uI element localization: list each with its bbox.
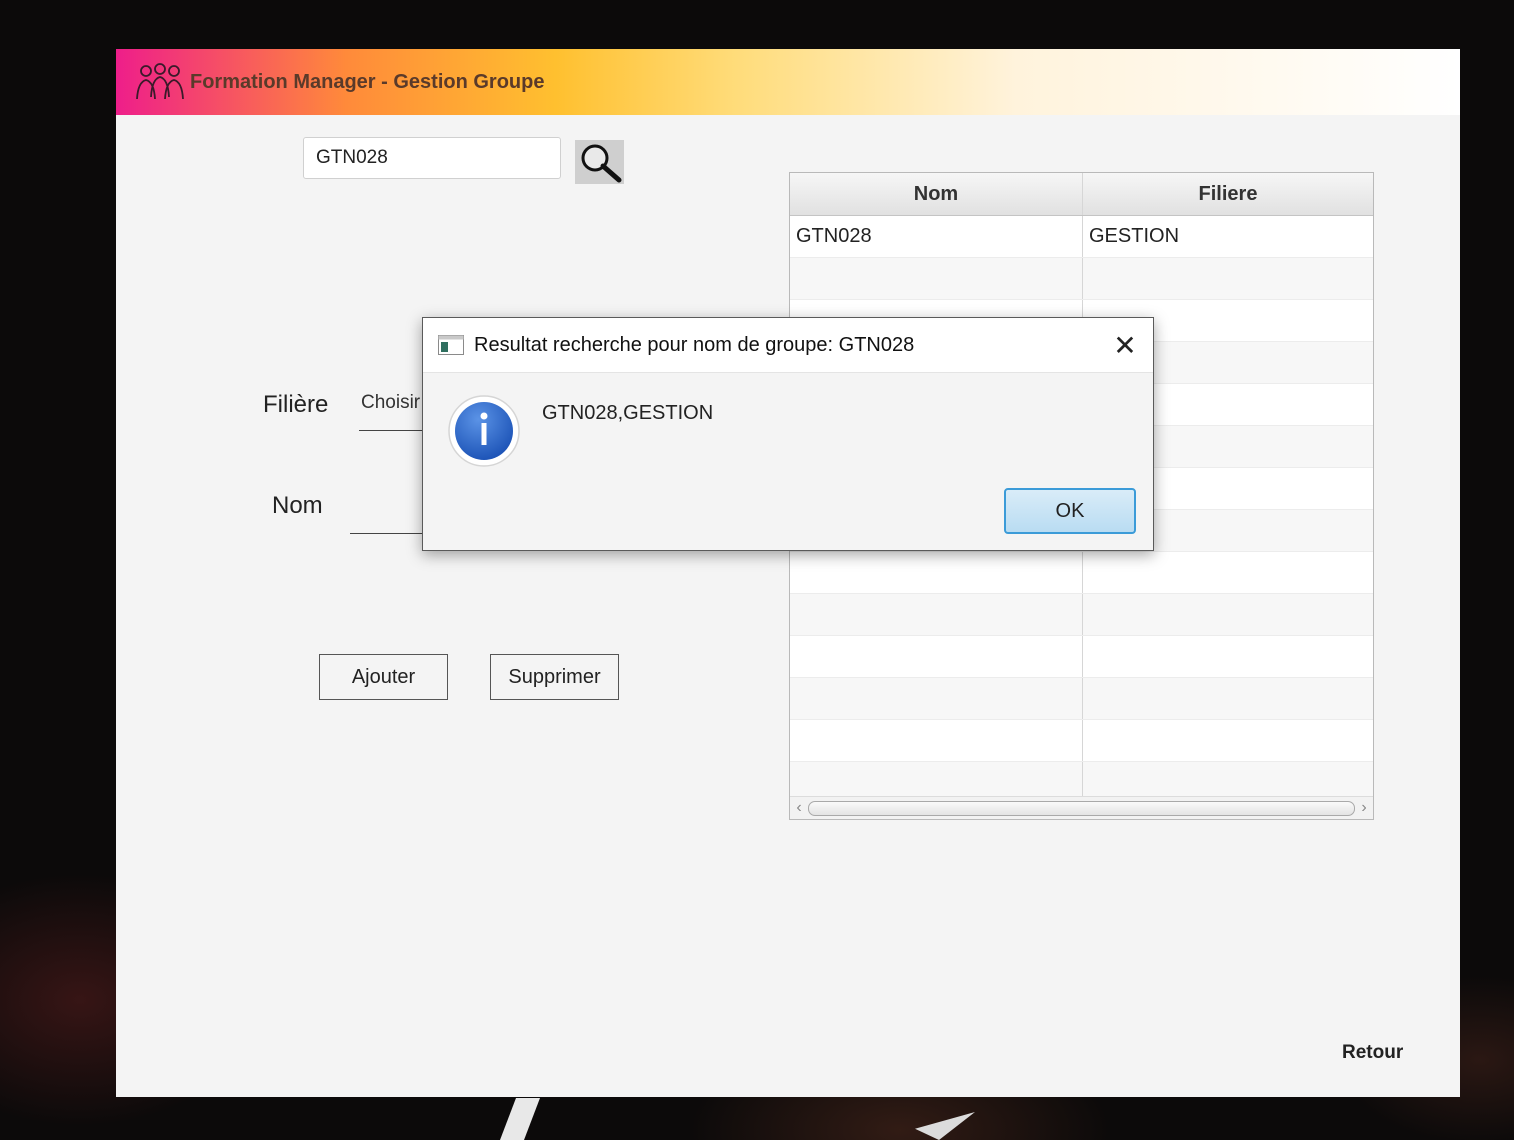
window-title: Formation Manager - Gestion Groupe [190,70,545,93]
table-row-empty [790,258,1373,300]
table-row-empty [790,678,1373,720]
dialog-title-bar: Resultat recherche pour nom de groupe: G… [423,318,1153,373]
filiere-label: Filière [263,391,329,418]
table-cell-filiere: GESTION [1089,225,1180,247]
search-result-dialog: Resultat recherche pour nom de groupe: G… [422,317,1154,551]
window-app-icon [438,335,464,355]
column-header-filiere[interactable]: Filiere [1083,173,1373,215]
table-row-empty [790,594,1373,636]
filiere-select-value: Choisir [361,392,421,413]
scroll-right-icon[interactable]: › [1355,799,1373,817]
app-window: Formation Manager - Gestion Groupe Filiè… [116,49,1460,1097]
table-row-empty [790,762,1373,798]
dialog-title: Resultat recherche pour nom de groupe: G… [474,333,915,356]
horizontal-scrollbar[interactable]: ‹ › [790,796,1373,819]
close-icon[interactable]: ✕ [1097,318,1153,372]
table-row-empty [790,552,1373,594]
magnifier-icon [581,144,622,183]
supprimer-button[interactable]: Supprimer [490,654,619,700]
people-group-icon [136,63,184,100]
title-bar: Formation Manager - Gestion Groupe [116,49,1460,115]
ok-button[interactable]: OK [1004,488,1136,534]
table-header: Nom Filiere [790,173,1373,216]
ajouter-button[interactable]: Ajouter [319,654,448,700]
search-input[interactable] [303,137,561,179]
retour-button[interactable]: Retour [1342,1042,1403,1064]
table-cell-nom: GTN028 [790,216,1083,257]
table-row-empty [790,720,1373,762]
scrollbar-thumb[interactable] [808,800,1355,816]
scroll-left-icon[interactable]: ‹ [790,799,808,817]
nom-label: Nom [272,492,323,519]
column-header-nom[interactable]: Nom [790,173,1083,215]
table-row[interactable]: GTN028 GESTION [790,216,1373,258]
search-button[interactable] [575,140,624,184]
dialog-message: GTN028,GESTION [542,402,714,424]
table-row-empty [790,636,1373,678]
info-icon [448,395,520,467]
